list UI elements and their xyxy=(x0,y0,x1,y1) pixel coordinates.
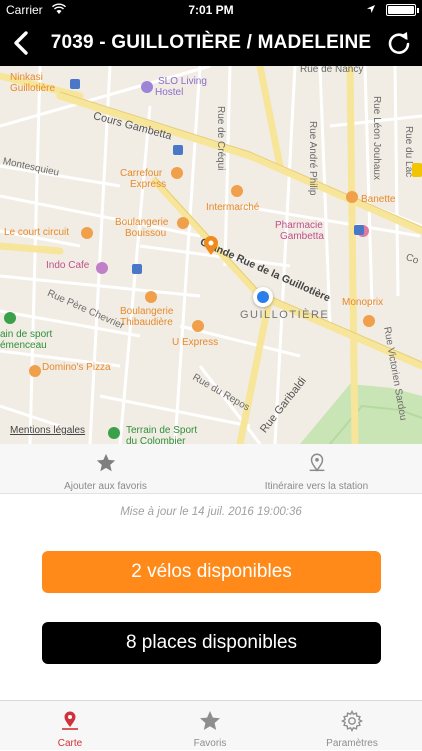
map-label: Carrefour xyxy=(120,168,163,179)
district-label: GUILLOTIÈRE xyxy=(240,309,330,321)
gear-icon xyxy=(341,709,363,733)
bakery-icon xyxy=(145,291,157,303)
bakery-icon xyxy=(346,191,358,203)
map-street-label: Rue de Nancy xyxy=(300,66,364,75)
tab-parametres[interactable]: Paramètres xyxy=(282,701,422,751)
restaurant-icon xyxy=(29,365,41,377)
poi-pin-icon xyxy=(204,236,218,255)
station-marker-icon xyxy=(412,163,422,177)
user-location-dot xyxy=(253,287,273,307)
cafe-icon xyxy=(96,262,108,274)
map-label: Ninkasi xyxy=(10,72,43,83)
shopping-cart-icon xyxy=(171,167,183,179)
sports-icon xyxy=(4,312,16,324)
clock: 7:01 PM xyxy=(188,3,234,17)
refresh-icon[interactable] xyxy=(386,30,412,56)
navigation-bar: 7039 - GUILLOTIÈRE / MADELEINE xyxy=(0,20,422,66)
restaurant-icon xyxy=(81,227,93,239)
add-favorite-label: Ajouter aux favoris xyxy=(64,481,147,492)
map-label: du Colombier xyxy=(126,436,186,444)
map-label: Gambetta xyxy=(280,231,324,242)
map-label: Intermarché xyxy=(206,202,260,213)
map-label: Hostel xyxy=(155,87,184,98)
tab-bar: Carte Favoris Paramètres xyxy=(0,700,422,750)
back-chevron-icon[interactable] xyxy=(8,28,36,58)
map-street-label: Rue de Créqui xyxy=(215,106,226,171)
shopping-cart-icon xyxy=(363,315,375,327)
map-label: Monoprix xyxy=(342,297,384,308)
route-label: Itinéraire vers la station xyxy=(264,481,369,492)
star-icon xyxy=(200,711,220,730)
shopping-cart-icon xyxy=(231,185,243,197)
map-label: Boulangerie xyxy=(120,306,174,317)
route-to-station-button[interactable]: Itinéraire vers la station xyxy=(211,444,422,494)
battery-icon xyxy=(386,4,419,16)
tab-label: Favoris xyxy=(193,738,227,749)
map-label: SLO Living xyxy=(158,76,207,87)
transit-icon xyxy=(173,145,183,155)
map-label: Guillotière xyxy=(10,83,56,94)
map-label: U Express xyxy=(172,337,219,348)
shopping-cart-icon xyxy=(192,320,204,332)
tab-label: Paramètres xyxy=(326,738,378,749)
hotel-icon xyxy=(141,81,153,93)
station-title: 7039 - GUILLOTIÈRE / MADELEINE xyxy=(50,32,372,53)
add-favorite-button[interactable]: Ajouter aux favoris xyxy=(0,444,211,494)
map-street-label: Rue André Philip xyxy=(307,121,318,196)
map-pin-icon xyxy=(62,711,78,730)
map-label: Le court circuit xyxy=(4,227,70,238)
map-label: Indo Cafe xyxy=(46,260,90,271)
location-arrow-icon xyxy=(367,5,375,13)
last-updated-text: Mise à jour le 14 juil. 2016 19:00:36 xyxy=(120,506,302,518)
legal-link[interactable]: Mentions légales xyxy=(10,425,85,436)
map-label: émenceau xyxy=(0,340,47,351)
bakery-icon xyxy=(177,217,189,229)
transit-icon xyxy=(354,225,364,235)
map-label: Banette xyxy=(361,194,396,205)
map-label: Terrain de Sport xyxy=(126,425,198,436)
tab-favoris[interactable]: Favoris xyxy=(140,701,280,751)
station-map[interactable]: Ninkasi Guillotière SLO Living Hostel Co… xyxy=(0,66,422,444)
bikes-available-button[interactable]: 2 vélos disponibles xyxy=(42,551,381,593)
map-street-label: Rue Léon Jouhaux xyxy=(371,96,382,180)
tab-label: Carte xyxy=(57,738,83,749)
map-label: ain de sport xyxy=(0,329,53,340)
map-label: Domino's Pizza xyxy=(42,362,111,373)
places-available-button[interactable]: 8 places disponibles xyxy=(42,622,381,664)
station-actions: Ajouter aux favoris Itinéraire vers la s… xyxy=(0,444,422,494)
map-pin-icon xyxy=(309,453,325,472)
transit-icon xyxy=(70,79,80,89)
sports-icon xyxy=(108,427,120,439)
map-label: Express xyxy=(130,179,167,190)
map-label: Pharmacie xyxy=(275,220,323,231)
tab-carte[interactable]: Carte xyxy=(0,701,140,751)
map-label: Thibaudière xyxy=(120,317,173,328)
status-bar: Carrier 7:01 PM xyxy=(0,0,422,20)
transit-icon xyxy=(132,264,142,274)
map-label: Boulangerie xyxy=(115,217,169,228)
map-label: Bouissou xyxy=(125,228,167,239)
star-icon xyxy=(96,453,116,472)
